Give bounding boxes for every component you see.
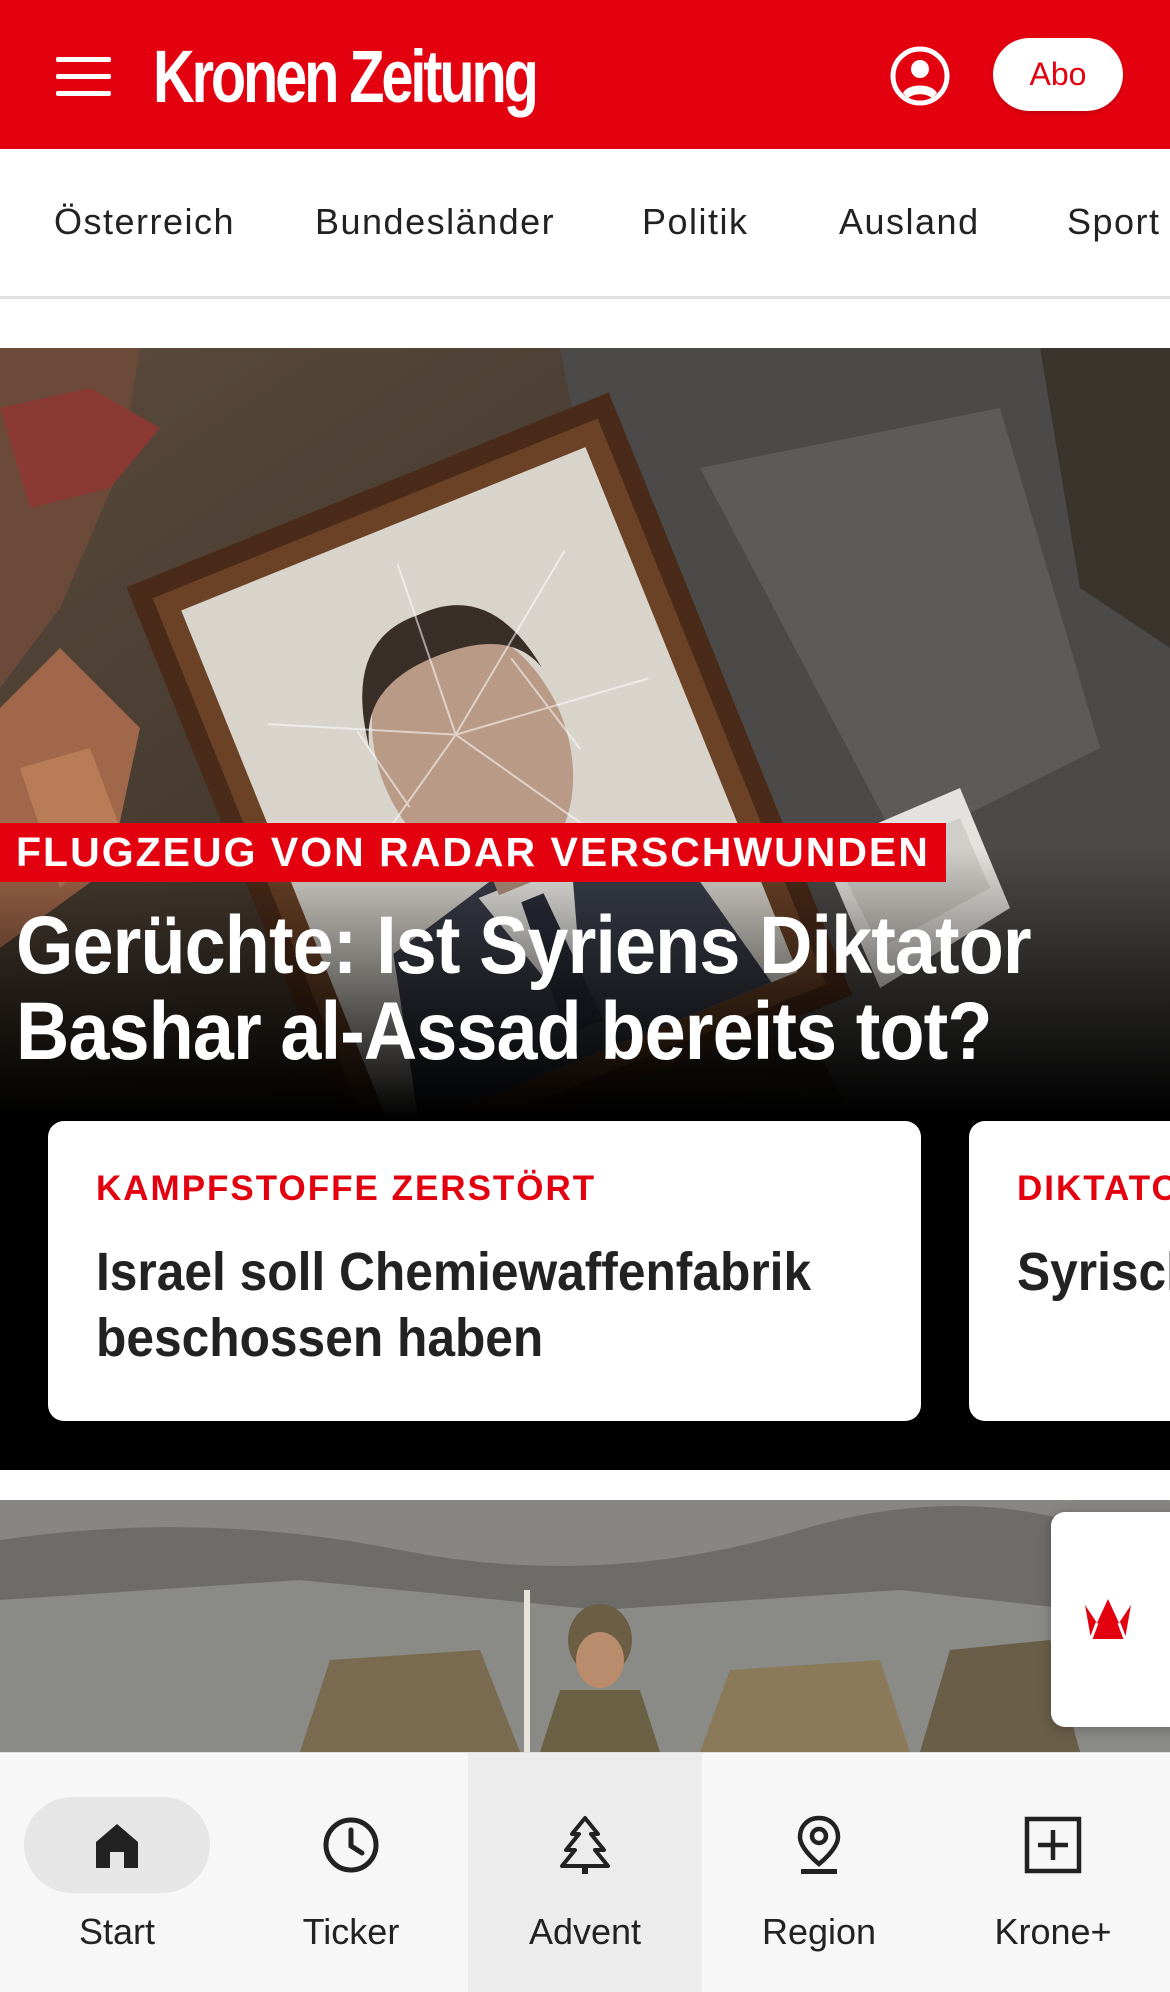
category-item-politik[interactable]: Politik — [642, 201, 749, 243]
tab-label: Krone+ — [994, 1911, 1112, 1952]
menu-bar — [56, 90, 111, 96]
related-story-card[interactable]: DIKTATO Syrisch Assad — [969, 1121, 1170, 1421]
location-pin-icon — [797, 1815, 841, 1874]
bottom-navigation: Start Ticker Advent Region Krone+ — [0, 1752, 1170, 1992]
tab-label: Region — [761, 1911, 877, 1952]
tab-advent[interactable]: Advent — [468, 1753, 702, 1992]
tab-ticker[interactable]: Ticker — [234, 1753, 468, 1992]
user-icon — [890, 46, 950, 106]
category-item-oesterreich[interactable]: Österreich — [54, 201, 235, 243]
tab-advent-indicator — [492, 1797, 678, 1893]
card-headline: Syrisch Assad — [1017, 1242, 1170, 1302]
card-kicker: KAMPFSTOFFE ZERSTÖRT — [96, 1169, 597, 1208]
category-nav: Österreich Bundesländer Politik Ausland … — [0, 149, 1170, 299]
tab-label: Ticker — [302, 1911, 400, 1952]
related-story-card[interactable]: KAMPFSTOFFE ZERSTÖRT Israel soll Chemiew… — [48, 1121, 921, 1421]
tab-krone-plus-indicator — [960, 1797, 1146, 1893]
krone-plus-floating-button[interactable] — [1051, 1512, 1170, 1727]
profile-button[interactable] — [888, 44, 952, 108]
hero-story[interactable]: FLUGZEUG VON RADAR VERSCHWUNDEN Gerüchte… — [0, 348, 1170, 1470]
plus-box-icon — [1024, 1816, 1082, 1874]
menu-button[interactable] — [40, 40, 130, 112]
card-kicker: DIKTATO — [1017, 1169, 1170, 1208]
home-icon — [96, 1824, 138, 1868]
hero-kicker: FLUGZEUG VON RADAR VERSCHWUNDEN — [0, 823, 946, 882]
tab-start[interactable]: Start — [0, 1753, 234, 1992]
tab-label: Start — [78, 1911, 156, 1952]
category-item-bundeslaender[interactable]: Bundesländer — [315, 201, 555, 243]
category-item-ausland[interactable]: Ausland — [839, 201, 980, 243]
tree-icon — [560, 1816, 610, 1874]
clock-icon — [323, 1817, 379, 1873]
site-logo[interactable]: Kronen Zeitung — [153, 34, 539, 120]
tab-ticker-indicator — [258, 1797, 444, 1893]
hero-headline[interactable]: Gerüchte: Ist Syriens Diktator Bashar al… — [16, 903, 1150, 1075]
menu-bar — [56, 73, 111, 79]
story-image[interactable] — [0, 1500, 1170, 1752]
crown-icon — [1085, 1598, 1131, 1640]
tab-start-indicator — [24, 1797, 210, 1893]
category-item-sport[interactable]: Sport — [1067, 201, 1161, 243]
tab-label: Advent — [528, 1911, 642, 1952]
tab-region[interactable]: Region — [702, 1753, 936, 1992]
tab-region-indicator — [726, 1797, 912, 1893]
abo-button[interactable]: Abo — [993, 38, 1123, 111]
menu-bar — [56, 56, 111, 62]
tab-krone-plus[interactable]: Krone+ — [936, 1753, 1170, 1992]
top-header: Kronen Zeitung Abo — [0, 0, 1170, 149]
card-headline: Israel soll Chemiewaffenfabrik beschosse… — [96, 1242, 812, 1368]
